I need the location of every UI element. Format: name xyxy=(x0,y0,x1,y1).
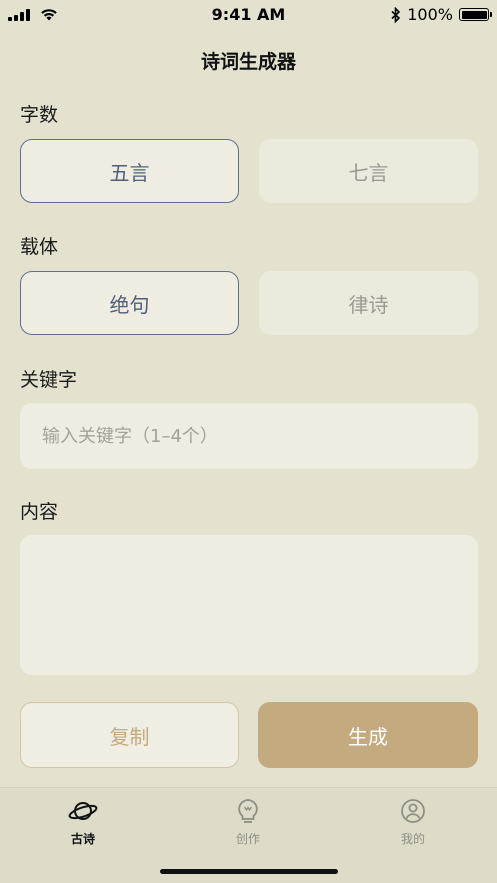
home-indicator xyxy=(160,869,338,874)
battery-percentage: 100% xyxy=(407,5,453,24)
page-title: 诗词生成器 xyxy=(200,51,296,73)
generate-button[interactable]: 生成 xyxy=(258,702,478,768)
user-icon xyxy=(401,799,425,823)
planet-icon xyxy=(68,802,98,820)
tab-mine[interactable]: 我的 xyxy=(373,798,453,847)
screen: 9:41 AM 100% 诗词生成器 字数 五言 七言 载体 绝句 律诗 关键字… xyxy=(0,0,497,883)
form-label: 载体 xyxy=(20,236,59,258)
status-right: 100% xyxy=(391,5,492,24)
tab-mine-label: 我的 xyxy=(400,832,425,846)
word-count-option-five[interactable]: 五言 xyxy=(20,139,239,203)
lightbulb-icon xyxy=(238,799,258,823)
content-textarea[interactable] xyxy=(20,535,478,675)
tab-poems-label: 古诗 xyxy=(70,832,95,846)
battery-cap xyxy=(490,12,492,17)
battery-icon xyxy=(459,8,492,21)
keyword-label: 关键字 xyxy=(20,369,78,391)
content-label: 内容 xyxy=(20,501,59,523)
word-count-option-seven[interactable]: 七言 xyxy=(259,139,478,203)
battery-fill xyxy=(461,10,487,19)
status-bar: 9:41 AM 100% xyxy=(0,0,497,30)
copy-button[interactable]: 复制 xyxy=(20,702,239,768)
tab-create-label: 创作 xyxy=(235,832,260,846)
tab-create[interactable]: 创作 xyxy=(208,798,288,847)
keyword-input[interactable] xyxy=(20,403,478,469)
form-option-lvshi[interactable]: 律诗 xyxy=(259,271,478,335)
tab-poems[interactable]: 古诗 xyxy=(43,798,123,847)
form-option-jueju[interactable]: 绝句 xyxy=(20,271,239,335)
word-count-label: 字数 xyxy=(20,104,59,126)
bluetooth-icon xyxy=(391,6,401,23)
